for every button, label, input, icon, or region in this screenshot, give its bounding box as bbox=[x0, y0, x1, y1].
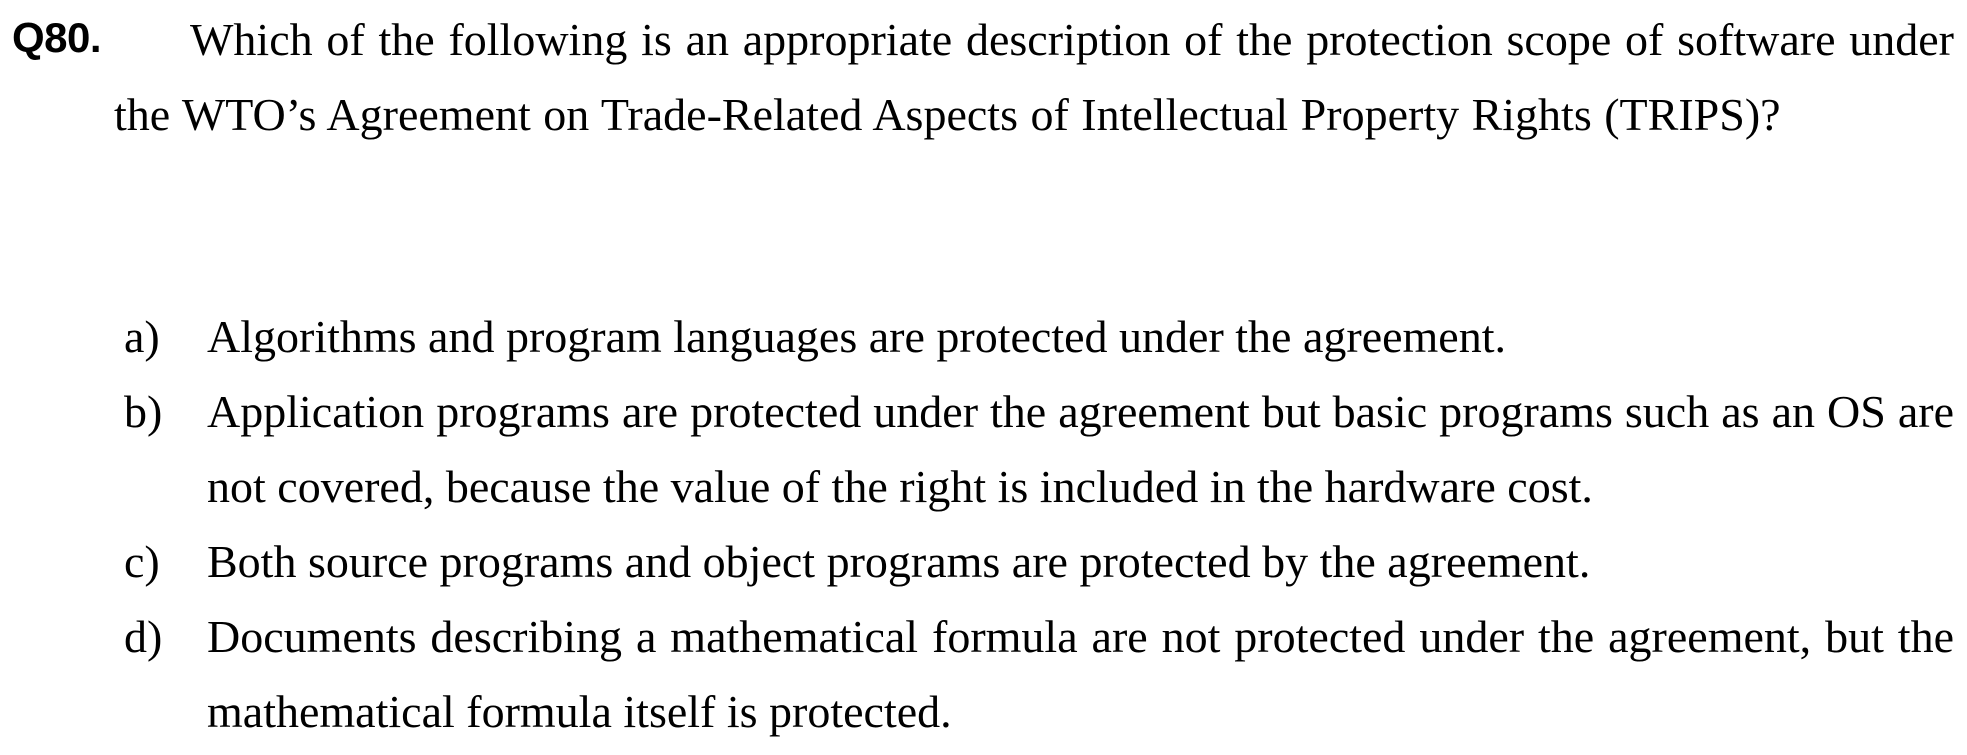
option-c-text: Both source programs and object programs… bbox=[207, 536, 1591, 587]
option-d-text: Documents describing a mathematical form… bbox=[207, 611, 1954, 737]
option-d: d) Documents describing a mathematical f… bbox=[124, 599, 1954, 749]
option-a: a) Algorithms and program languages are … bbox=[124, 299, 1954, 374]
question-number: Q80. bbox=[12, 14, 102, 61]
option-d-letter: d) bbox=[124, 611, 163, 662]
option-a-letter: a) bbox=[124, 311, 160, 362]
option-c: c) Both source programs and object progr… bbox=[124, 524, 1954, 599]
answer-options: a) Algorithms and program languages are … bbox=[124, 299, 1954, 749]
question-page: Q80. Which of the following is an approp… bbox=[0, 0, 1967, 755]
question-stem: Which of the following is an appropriate… bbox=[114, 14, 1954, 140]
option-b-text: Application programs are protected under… bbox=[207, 386, 1954, 512]
option-a-text: Algorithms and program languages are pro… bbox=[207, 311, 1507, 362]
option-b-letter: b) bbox=[124, 386, 163, 437]
option-b: b) Application programs are protected un… bbox=[124, 374, 1954, 524]
option-c-letter: c) bbox=[124, 536, 160, 587]
